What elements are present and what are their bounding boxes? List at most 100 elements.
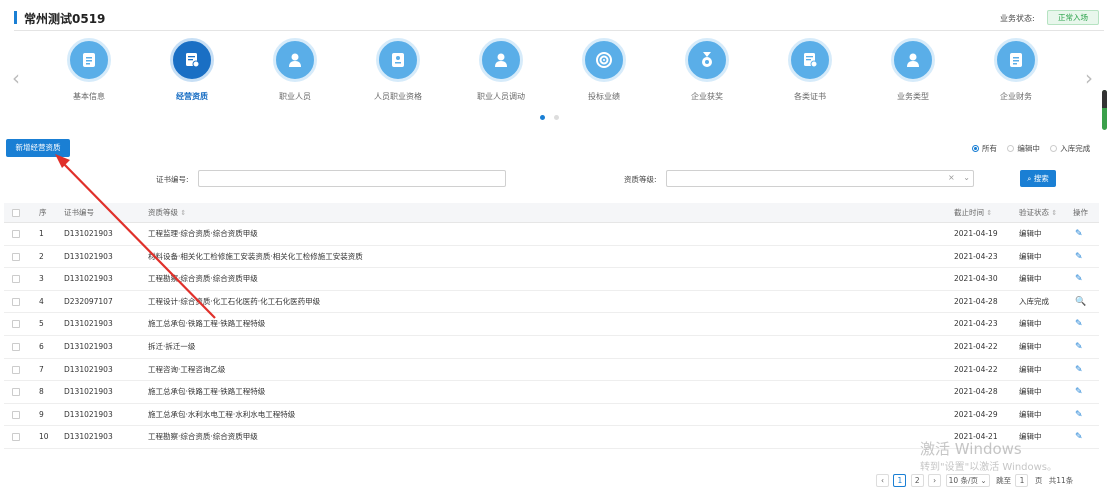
category-item-staff[interactable]: 职业人员 bbox=[250, 38, 340, 102]
row-cert: D131021903 bbox=[64, 341, 113, 351]
row-no: 3 bbox=[39, 274, 44, 284]
category-label: 职业人员调动 bbox=[477, 92, 525, 101]
category-label: 职业人员 bbox=[279, 92, 311, 101]
row-cert: D131021903 bbox=[64, 364, 113, 374]
row-checkbox[interactable] bbox=[12, 275, 20, 284]
row-checkbox[interactable] bbox=[12, 342, 20, 351]
category-item-qualification[interactable]: 经营资质 bbox=[147, 38, 237, 102]
row-no: 10 bbox=[39, 432, 49, 442]
row-cert: D131021903 bbox=[64, 387, 113, 397]
row-checkbox[interactable] bbox=[12, 320, 20, 329]
category-label: 企业获奖 bbox=[691, 92, 723, 101]
row-grade: 材料设备·相关化工检修施工安装资质·相关化工检修施工安装资质 bbox=[148, 251, 363, 261]
view-icon[interactable]: 🔍 bbox=[1075, 291, 1086, 313]
category-item-bid-performance[interactable]: 投标业绩 bbox=[559, 38, 649, 102]
row-status: 编辑中 bbox=[1019, 364, 1042, 374]
row-checkbox[interactable] bbox=[12, 410, 20, 419]
row-no: 6 bbox=[39, 341, 44, 351]
edit-icon[interactable]: ✎ bbox=[1075, 404, 1083, 426]
row-status: 编辑中 bbox=[1019, 409, 1042, 419]
category-item-staff-transfer[interactable]: 职业人员调动 bbox=[456, 38, 546, 102]
table-row: 3 D131021903 工程勘察·综合资质·综合资质甲级 2021-04-30 编辑中… bbox=[4, 268, 1099, 291]
divider bbox=[14, 30, 1104, 31]
carousel-prev-button[interactable]: ‹ bbox=[8, 66, 24, 90]
row-cert: D131021903 bbox=[64, 274, 113, 284]
table-row: 4 D232097107 工程设计·综合资质·化工石化医药·化工石化医药甲级 2021… bbox=[4, 291, 1099, 314]
carousel-dot-1[interactable] bbox=[540, 115, 545, 120]
radio-editing[interactable]: 编辑中 bbox=[1007, 143, 1040, 154]
sort-icon: ⇕ bbox=[1051, 209, 1058, 217]
edit-icon[interactable]: ✎ bbox=[1075, 336, 1083, 358]
category-item-awards[interactable]: 企业获奖 bbox=[662, 38, 752, 102]
row-grade: 施工总承包·水利水电工程·水利水电工程特级 bbox=[148, 409, 296, 419]
edit-icon[interactable]: ✎ bbox=[1075, 359, 1083, 381]
row-grade: 工程设计·综合资质·化工石化医药·化工石化医药甲级 bbox=[148, 296, 321, 306]
row-checkbox[interactable] bbox=[12, 230, 20, 238]
category-item-certificates[interactable]: 各类证书 bbox=[765, 38, 855, 102]
add-qualification-button[interactable]: 新增经营资质 bbox=[6, 139, 70, 157]
header-status-label: 验证状态 bbox=[1019, 208, 1049, 217]
clear-icon[interactable]: × bbox=[948, 173, 955, 182]
radio-circle bbox=[1007, 145, 1015, 152]
edit-icon[interactable]: ✎ bbox=[1075, 426, 1083, 448]
edit-icon[interactable]: ✎ bbox=[1075, 223, 1083, 245]
edit-icon[interactable]: ✎ bbox=[1075, 313, 1083, 335]
category-item-finance[interactable]: 企业财务 bbox=[971, 38, 1061, 102]
search-button-label: 搜索 bbox=[1033, 174, 1049, 183]
row-cert: D131021903 bbox=[64, 432, 113, 442]
row-status: 编辑中 bbox=[1019, 341, 1042, 351]
row-checkbox[interactable] bbox=[12, 252, 20, 261]
cert-no-input[interactable] bbox=[198, 170, 506, 187]
carousel-next-button[interactable]: › bbox=[1081, 66, 1097, 90]
radio-circle bbox=[972, 145, 979, 152]
row-status: 编辑中 bbox=[1019, 387, 1042, 397]
page-2-button[interactable]: 2 bbox=[910, 474, 924, 487]
grade-select[interactable] bbox=[666, 170, 974, 187]
radio-done[interactable]: 入库完成 bbox=[1050, 143, 1090, 154]
radio-all[interactable]: 所有 bbox=[972, 143, 997, 154]
row-date: 2021-04-29 bbox=[954, 409, 998, 419]
page-scrollbar-thumb[interactable] bbox=[1102, 90, 1107, 108]
carousel-dot-2[interactable] bbox=[554, 115, 559, 120]
certificate-icon bbox=[170, 38, 214, 82]
category-label: 业务类型 bbox=[897, 92, 929, 101]
edit-icon[interactable]: ✎ bbox=[1075, 268, 1083, 290]
row-no: 8 bbox=[39, 387, 44, 397]
category-label: 投标业绩 bbox=[588, 92, 620, 101]
header-cert: 证书编号 bbox=[64, 208, 94, 217]
page-unit: 页 bbox=[1034, 476, 1043, 485]
search-button[interactable]: ⌕ 搜索 bbox=[1020, 170, 1056, 187]
edit-icon[interactable]: ✎ bbox=[1075, 381, 1083, 403]
row-checkbox[interactable] bbox=[12, 388, 20, 397]
document-list-icon bbox=[994, 38, 1038, 82]
page-1-button[interactable]: 1 bbox=[893, 474, 907, 487]
header-status[interactable]: 验证状态 ⇕ bbox=[1019, 203, 1057, 223]
next-page-button[interactable]: › bbox=[928, 474, 942, 487]
sort-icon: ⇕ bbox=[180, 209, 187, 217]
goto-label: 跳至 bbox=[996, 476, 1012, 485]
cert-no-label: 证书编号: bbox=[156, 175, 189, 184]
header-grade[interactable]: 资质等级 ⇕ bbox=[148, 203, 186, 223]
table-row: 9 D131021903 施工总承包·水利水电工程·水利水电工程特级 2021-04-… bbox=[4, 404, 1099, 427]
header-date[interactable]: 截止时间 ⇕ bbox=[954, 203, 992, 223]
category-item-basic-info[interactable]: 基本信息 bbox=[44, 38, 134, 102]
row-checkbox[interactable] bbox=[12, 297, 20, 306]
edit-icon[interactable]: ✎ bbox=[1075, 246, 1083, 268]
row-grade: 拆迁·拆迁一级 bbox=[148, 341, 196, 351]
chevron-down-icon[interactable]: ⌄ bbox=[963, 173, 970, 182]
prev-page-button[interactable]: ‹ bbox=[876, 474, 889, 487]
row-status: 编辑中 bbox=[1019, 319, 1042, 329]
goto-input[interactable]: 1 bbox=[1015, 474, 1029, 487]
row-date: 2021-04-23 bbox=[954, 319, 998, 329]
radio-circle bbox=[1050, 145, 1058, 152]
row-checkbox[interactable] bbox=[12, 365, 20, 374]
select-all-checkbox[interactable] bbox=[12, 209, 20, 217]
status-filter-radios: 所有 编辑中 入库完成 bbox=[972, 143, 1098, 154]
header-op: 操作 bbox=[1073, 208, 1088, 217]
page-size-select[interactable]: 10 条/页 ⌄ bbox=[945, 474, 990, 487]
grade-label: 资质等级: bbox=[624, 175, 657, 184]
row-date: 2021-04-22 bbox=[954, 364, 998, 374]
row-checkbox[interactable] bbox=[12, 433, 20, 442]
category-item-business-type[interactable]: 业务类型 bbox=[868, 38, 958, 102]
category-item-staff-qualification[interactable]: 人员职业资格 bbox=[353, 38, 443, 102]
